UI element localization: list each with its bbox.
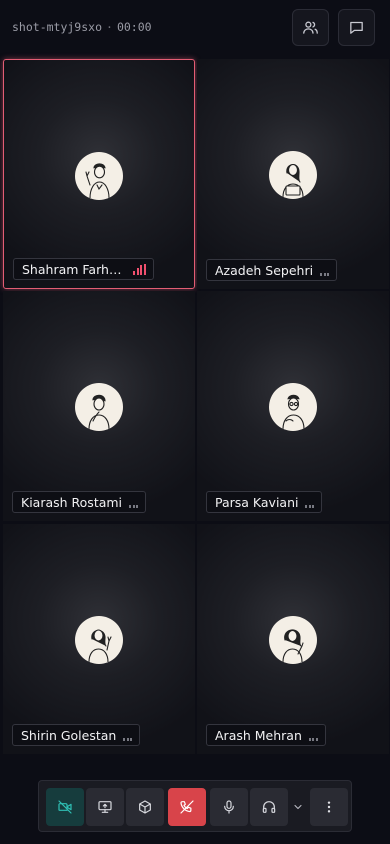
participant-name-tag: Kiarash Rostami: [12, 491, 147, 513]
participant-tile-shirin[interactable]: Shirin Golestan: [3, 524, 195, 754]
audio-level-indicator: [308, 730, 318, 741]
avatar: [269, 151, 317, 199]
cube-icon: [139, 800, 151, 814]
camera-toggle-button[interactable]: [46, 788, 84, 826]
audio-level-indicator: [320, 265, 330, 276]
meeting-id: shot-mtyj9sxo: [12, 20, 103, 34]
meeting-info: shot-mtyj9sxo · 00:00: [12, 20, 152, 34]
participant-name: Parsa Kaviani: [215, 494, 299, 510]
headphones-icon: [262, 801, 276, 813]
call-timer: 00:00: [116, 20, 152, 34]
audio-level-indicator: [129, 497, 139, 508]
participant-name-tag: Parsa Kaviani: [206, 491, 323, 513]
participant-name: Arash Mehran: [215, 727, 302, 743]
avatar: [269, 616, 317, 664]
chevron-down-icon: [294, 804, 302, 810]
audio-options-dropdown[interactable]: [290, 788, 306, 826]
participants-button[interactable]: [292, 9, 329, 46]
participant-name-tag: Arash Mehran: [206, 724, 326, 746]
avatar: [269, 383, 317, 431]
microphone-button[interactable]: [210, 788, 248, 826]
man-with-glasses-illustration-icon: [282, 394, 305, 429]
participant-name: Shahram Farha...: [22, 261, 126, 277]
call-screen: shot-mtyj9sxo · 00:00 Shahram Farha... A…: [0, 0, 390, 844]
man-waving-illustration-icon: [85, 163, 110, 198]
audio-level-indicator: [123, 730, 133, 741]
participant-name-tag: Shahram Farha...: [13, 258, 154, 280]
man-thinking-illustration-icon: [88, 394, 110, 429]
participant-name-tag: Azadeh Sepehri: [206, 259, 338, 281]
screen-share-icon: [98, 801, 112, 813]
audio-output-button[interactable]: [250, 788, 288, 826]
3d-view-button[interactable]: [126, 788, 164, 826]
audio-level-indicator: [305, 497, 315, 508]
meeting-info-separator: ·: [106, 20, 113, 34]
participant-tile-arash[interactable]: Arash Mehran: [197, 524, 389, 754]
participant-name: Azadeh Sepehri: [215, 262, 314, 278]
chat-bubble-icon: [350, 21, 363, 34]
video-off-icon: [58, 800, 72, 814]
participant-tile-shahram[interactable]: Shahram Farha...: [3, 59, 195, 289]
woman-waving-illustration-icon: [88, 629, 112, 662]
share-screen-button[interactable]: [86, 788, 124, 826]
more-vertical-icon: [327, 801, 331, 813]
call-controls: [38, 780, 352, 832]
audio-level-indicator: [133, 263, 146, 275]
hang-up-button[interactable]: [168, 788, 206, 826]
avatar: [75, 383, 123, 431]
participant-name-tag: Shirin Golestan: [12, 724, 141, 746]
participant-name: Kiarash Rostami: [21, 494, 123, 510]
woman-with-laptop-illustration-icon: [282, 163, 304, 197]
participant-tile-parsa[interactable]: Parsa Kaviani: [197, 291, 389, 521]
more-options-button[interactable]: [310, 788, 348, 826]
avatar: [75, 152, 123, 200]
users-icon: [303, 21, 318, 34]
chat-button[interactable]: [338, 9, 375, 46]
microphone-icon: [224, 800, 234, 814]
participant-name: Shirin Golestan: [21, 727, 117, 743]
participant-tile-azadeh[interactable]: Azadeh Sepehri: [197, 59, 389, 289]
avatar: [75, 616, 123, 664]
phone-hangup-icon: [180, 800, 194, 814]
top-bar: shot-mtyj9sxo · 00:00: [0, 0, 390, 56]
participant-tile-kiarash[interactable]: Kiarash Rostami: [3, 291, 195, 521]
woman-pointing-illustration-icon: [282, 629, 304, 662]
